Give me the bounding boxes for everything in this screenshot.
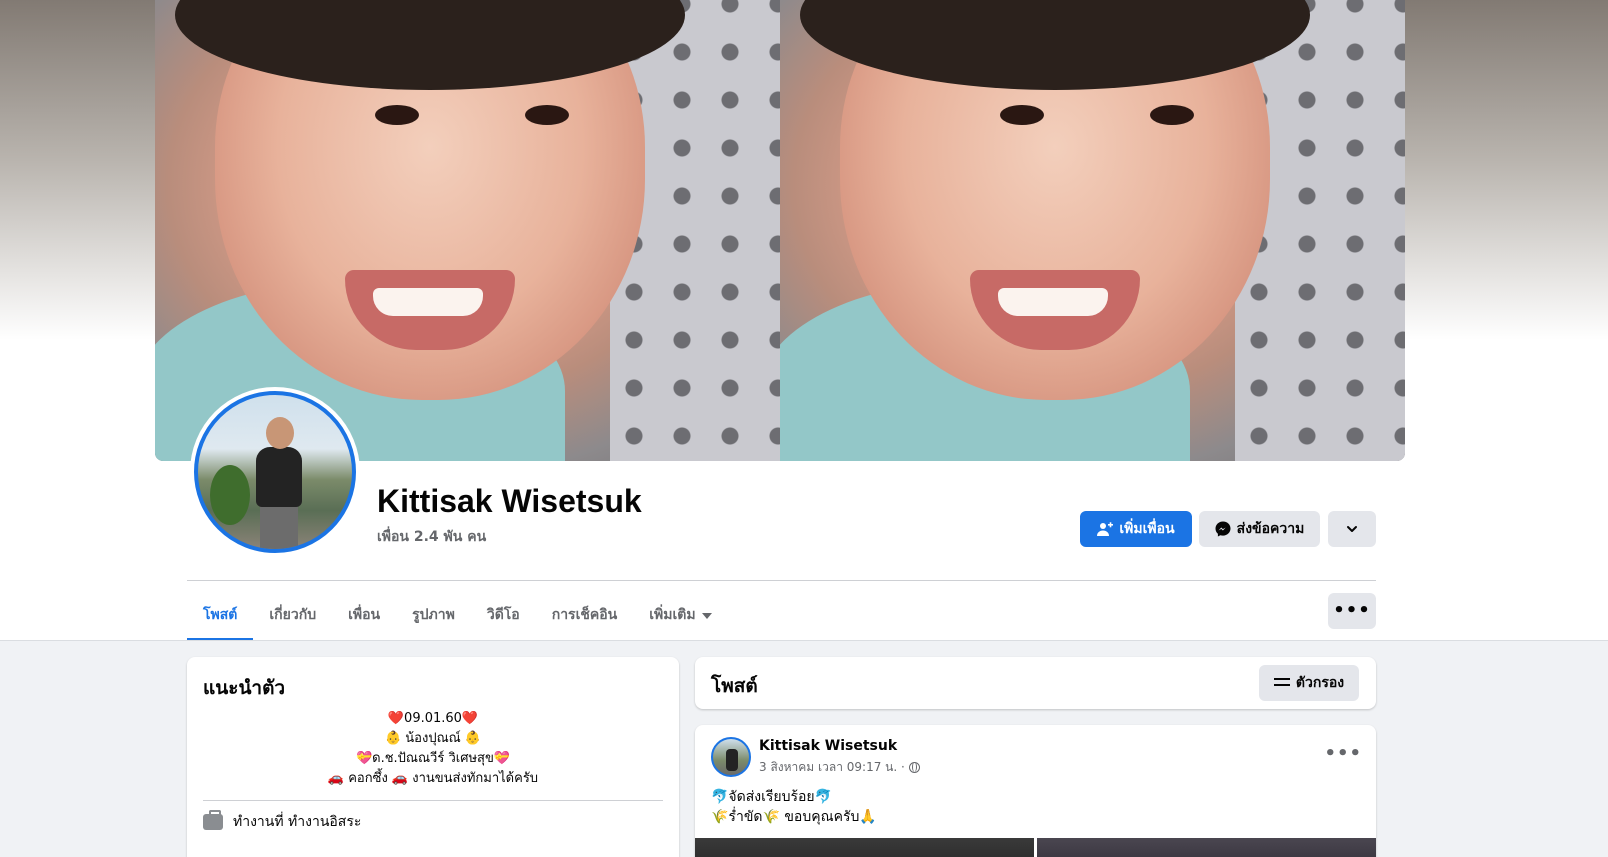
add-friend-button[interactable]: เพิ่มเพื่อน xyxy=(1080,511,1192,547)
tab-label: การเช็คอิน xyxy=(551,607,618,623)
post-options-button[interactable]: ••• xyxy=(1324,743,1362,764)
intro-card: แนะนำตัว ❤️09.01.60❤️ 👶 น้องปุณณ์ 👶 💝ด.ช… xyxy=(187,657,679,857)
tab-label: รูปภาพ xyxy=(412,607,455,623)
tab-videos[interactable]: วิดีโอ xyxy=(471,589,536,641)
sliders-icon xyxy=(1273,677,1290,689)
ellipsis-icon: ••• xyxy=(1324,743,1362,764)
bio-line: 👶 น้องปุณณ์ 👶 xyxy=(384,731,482,746)
tab-checkins[interactable]: การเช็คอิน xyxy=(536,589,634,641)
post-author-avatar[interactable] xyxy=(711,737,751,777)
post-card: Kittisak Wisetsuk 3 สิงหาคม เวลา 09:17 น… xyxy=(695,725,1376,857)
post-timestamp[interactable]: 3 สิงหาคม เวลา 09:17 น. · xyxy=(759,758,905,777)
profile-name: Kittisak Wisetsuk xyxy=(377,483,642,519)
profile-avatar-image xyxy=(194,391,356,553)
filter-button[interactable]: ตัวกรอง xyxy=(1259,665,1359,701)
bio-line: 🚗 คอกซึ้ง 🚗 งานขนส่งทักมาได้ครับ xyxy=(327,771,539,786)
intro-bio: ❤️09.01.60❤️ 👶 น้องปุณณ์ 👶 💝ด.ช.ปัณณวีร์… xyxy=(203,709,663,789)
tab-about[interactable]: เกี่ยวกับ xyxy=(253,589,332,641)
tab-posts[interactable]: โพสต์ xyxy=(187,589,254,641)
post-text-line: 🌾ร่ำขัด🌾 ขอบคุณครับ🙏 xyxy=(711,809,877,825)
header-divider xyxy=(187,580,1376,581)
friend-count[interactable]: เพื่อน 2.4 พัน คน xyxy=(377,526,486,548)
profile-more-button[interactable] xyxy=(1328,511,1376,547)
bio-line: 💝ด.ช.ปัณณวีร์ วิเศษสุข💝 xyxy=(355,751,511,766)
bio-line: ❤️09.01.60❤️ xyxy=(387,711,479,726)
tabs-options-button[interactable]: ••• xyxy=(1328,593,1376,629)
tab-friends[interactable]: เพื่อน xyxy=(332,589,396,641)
tab-photos[interactable]: รูปภาพ xyxy=(396,589,471,641)
profile-avatar[interactable] xyxy=(190,387,360,557)
messenger-icon xyxy=(1215,521,1231,537)
filter-label: ตัวกรอง xyxy=(1295,675,1345,691)
intro-divider xyxy=(203,800,663,801)
chevron-down-icon xyxy=(1345,522,1359,536)
header-bottom-border xyxy=(0,640,1608,641)
post-text: 🐬จัดส่งเรียบร้อย🐬 🌾ร่ำขัด🌾 ขอบคุณครับ🙏 xyxy=(711,787,877,827)
post-photo[interactable] xyxy=(1037,838,1376,857)
post-author-name[interactable]: Kittisak Wisetsuk xyxy=(759,738,897,754)
post-photo[interactable] xyxy=(695,838,1034,857)
tab-label: เพื่อน xyxy=(348,607,381,623)
globe-icon xyxy=(908,762,920,773)
caret-down-icon xyxy=(701,613,712,619)
cover-photo[interactable] xyxy=(155,0,1405,461)
post-meta: 3 สิงหาคม เวลา 09:17 น. · xyxy=(759,758,920,777)
ellipsis-icon: ••• xyxy=(1333,600,1371,621)
tab-label: วิดีโอ xyxy=(486,607,520,623)
cover-photo-right xyxy=(780,0,1405,461)
add-friend-label: เพิ่มเพื่อน xyxy=(1119,521,1175,537)
post-text-line: 🐬จัดส่งเรียบร้อย🐬 xyxy=(711,789,833,805)
message-button[interactable]: ส่งข้อความ xyxy=(1199,511,1320,547)
tab-label: โพสต์ xyxy=(203,607,238,623)
message-label: ส่งข้อความ xyxy=(1236,521,1305,537)
profile-tabs: โพสต์ เกี่ยวกับ เพื่อน รูปภาพ วิดีโอ การ… xyxy=(187,589,728,641)
tab-label: เพิ่มเติม xyxy=(649,607,696,623)
posts-header-card: โพสต์ ตัวกรอง xyxy=(695,657,1376,709)
briefcase-icon xyxy=(203,810,223,830)
intro-title: แนะนำตัว xyxy=(203,677,286,699)
work-text: ทำงานที่ ทำงานอิสระ xyxy=(233,814,362,830)
posts-title: โพสต์ xyxy=(711,675,758,697)
person-plus-icon xyxy=(1097,521,1114,537)
tab-label: เกี่ยวกับ xyxy=(269,607,317,623)
work-info: ทำงานที่ ทำงานอิสระ xyxy=(203,810,362,833)
post-media[interactable] xyxy=(695,838,1376,857)
tab-more[interactable]: เพิ่มเติม xyxy=(633,589,727,641)
